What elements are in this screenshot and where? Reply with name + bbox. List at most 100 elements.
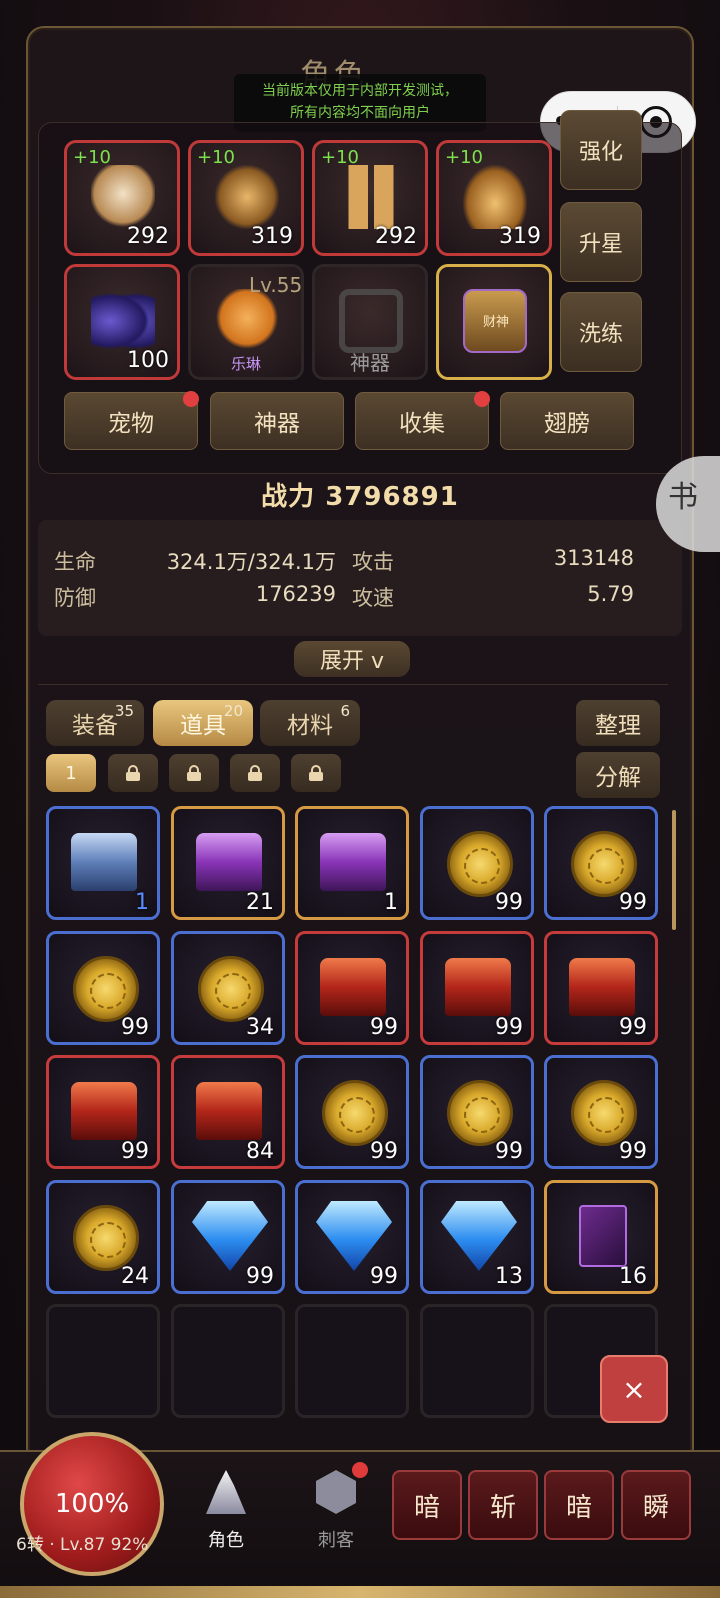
page-locked-button[interactable]: [291, 754, 341, 792]
tab-label: 材料: [287, 713, 333, 739]
tab-count: 20: [223, 702, 243, 720]
notice-line-2: 所有内容均不面向用户: [290, 105, 430, 121]
star-up-button[interactable]: 升星: [560, 202, 642, 282]
corgi-pet-icon: [215, 289, 279, 353]
inventory-item[interactable]: 99: [295, 931, 409, 1045]
expand-button[interactable]: 展开 v: [294, 641, 410, 677]
coin-icon: [73, 956, 139, 1022]
equip-score: 319: [251, 224, 293, 249]
tab-label: 装备: [72, 713, 118, 739]
tab-count: 35: [114, 702, 134, 720]
tab-count: 6: [340, 702, 350, 720]
chest-red-icon: [569, 958, 635, 1016]
tab-relic[interactable]: 神器: [210, 392, 344, 450]
inventory-item[interactable]: 1: [295, 806, 409, 920]
equip-score: 292: [375, 224, 417, 249]
lock-icon: [309, 765, 323, 781]
coin-icon: [447, 831, 513, 897]
inventory-slot-empty: [171, 1304, 285, 1418]
skill-button-2[interactable]: 斩: [468, 1470, 538, 1540]
stat-hp-label: 生命: [54, 550, 96, 574]
equip-slot-legs[interactable]: +10 292: [312, 140, 428, 256]
inventory-item[interactable]: 99: [171, 1180, 285, 1294]
inventory-tab-equipment[interactable]: 装备 35: [46, 700, 144, 746]
lock-icon: [126, 765, 140, 781]
title-slot[interactable]: 财神: [436, 264, 552, 380]
inventory-item[interactable]: 16: [544, 1180, 658, 1294]
tab-label: 收集: [399, 411, 445, 437]
enhance-level: +10: [321, 147, 359, 168]
equip-slot-armor[interactable]: +10 319: [188, 140, 304, 256]
page-1-button[interactable]: 1: [46, 754, 96, 792]
lock-icon: [248, 765, 262, 781]
inventory-item[interactable]: 99: [544, 931, 658, 1045]
tab-collection[interactable]: 收集: [355, 391, 490, 450]
nav-role[interactable]: 角色: [186, 1470, 266, 1552]
enhance-button[interactable]: 强化: [560, 110, 642, 190]
item-quantity: 24: [121, 1264, 149, 1289]
inventory-item[interactable]: 99: [420, 1055, 534, 1169]
item-quantity: 13: [495, 1264, 523, 1289]
decompose-button[interactable]: 分解: [576, 752, 660, 798]
refine-button[interactable]: 洗练: [560, 292, 642, 372]
bottom-decoration: [0, 1586, 720, 1598]
enhance-level: +10: [445, 147, 483, 168]
sort-button[interactable]: 整理: [576, 700, 660, 746]
pet-slot[interactable]: Lv.55 乐琳: [188, 264, 304, 380]
inventory-item[interactable]: 13: [420, 1180, 534, 1294]
character-icon: [206, 1470, 246, 1514]
inventory-item[interactable]: 99: [46, 931, 160, 1045]
inventory-item[interactable]: 99: [420, 931, 534, 1045]
equip-slot-boots[interactable]: +10 319: [436, 140, 552, 256]
page-locked-button[interactable]: [230, 754, 280, 792]
item-quantity: 1: [384, 890, 398, 915]
coin-icon: [571, 831, 637, 897]
coin-icon: [73, 1205, 139, 1271]
inventory-item[interactable]: 99: [544, 806, 658, 920]
inventory-item[interactable]: 1: [46, 806, 160, 920]
tab-pet[interactable]: 宠物: [64, 391, 199, 450]
equip-slot-wings[interactable]: 100: [64, 264, 180, 380]
inventory-tab-items[interactable]: 道具 20: [153, 700, 253, 746]
nav-class[interactable]: 刺客: [296, 1462, 376, 1552]
inventory-item[interactable]: 99: [295, 1180, 409, 1294]
equip-slot-helmet[interactable]: +10 292: [64, 140, 180, 256]
inventory-tab-materials[interactable]: 材料 6: [260, 700, 360, 746]
inventory-item[interactable]: 99: [295, 1055, 409, 1169]
tab-wings[interactable]: 翅膀: [500, 392, 634, 450]
page-locked-button[interactable]: [169, 754, 219, 792]
inventory-item[interactable]: 99: [544, 1055, 658, 1169]
inventory-item[interactable]: 21: [171, 806, 285, 920]
inventory-item[interactable]: 99: [420, 806, 534, 920]
inventory-item[interactable]: 24: [46, 1180, 160, 1294]
item-quantity: 99: [121, 1139, 149, 1164]
chest-red-icon: [196, 1082, 262, 1140]
equip-score: 292: [127, 224, 169, 249]
assassin-icon: [316, 1470, 356, 1514]
gem-icon: [192, 1201, 268, 1271]
inventory-item[interactable]: 34: [171, 931, 285, 1045]
combat-power: 战力 3796891: [261, 482, 459, 512]
item-quantity: 99: [246, 1264, 274, 1289]
relic-slot[interactable]: 神器: [312, 264, 428, 380]
chest-red-icon: [445, 958, 511, 1016]
scrollbar[interactable]: [672, 810, 676, 930]
notification-dot: [183, 391, 199, 407]
tab-label: 道具: [180, 713, 226, 739]
skill-button-3[interactable]: 暗: [544, 1470, 614, 1540]
pet-level: Lv.55: [249, 273, 303, 297]
inventory-slot-empty: [46, 1304, 160, 1418]
relic-icon: [339, 289, 403, 353]
inventory-item[interactable]: 99: [46, 1055, 160, 1169]
page-locked-button[interactable]: [108, 754, 158, 792]
close-button[interactable]: ×: [600, 1355, 668, 1423]
item-quantity: 99: [495, 1015, 523, 1040]
skill-button-4[interactable]: 瞬: [621, 1470, 691, 1540]
divider: [38, 684, 668, 685]
item-quantity: 99: [619, 1015, 647, 1040]
inventory-item[interactable]: 84: [171, 1055, 285, 1169]
relic-label: 神器: [350, 351, 390, 375]
enhance-level: +10: [197, 147, 235, 168]
skill-button-1[interactable]: 暗: [392, 1470, 462, 1540]
chest-red-icon: [320, 958, 386, 1016]
